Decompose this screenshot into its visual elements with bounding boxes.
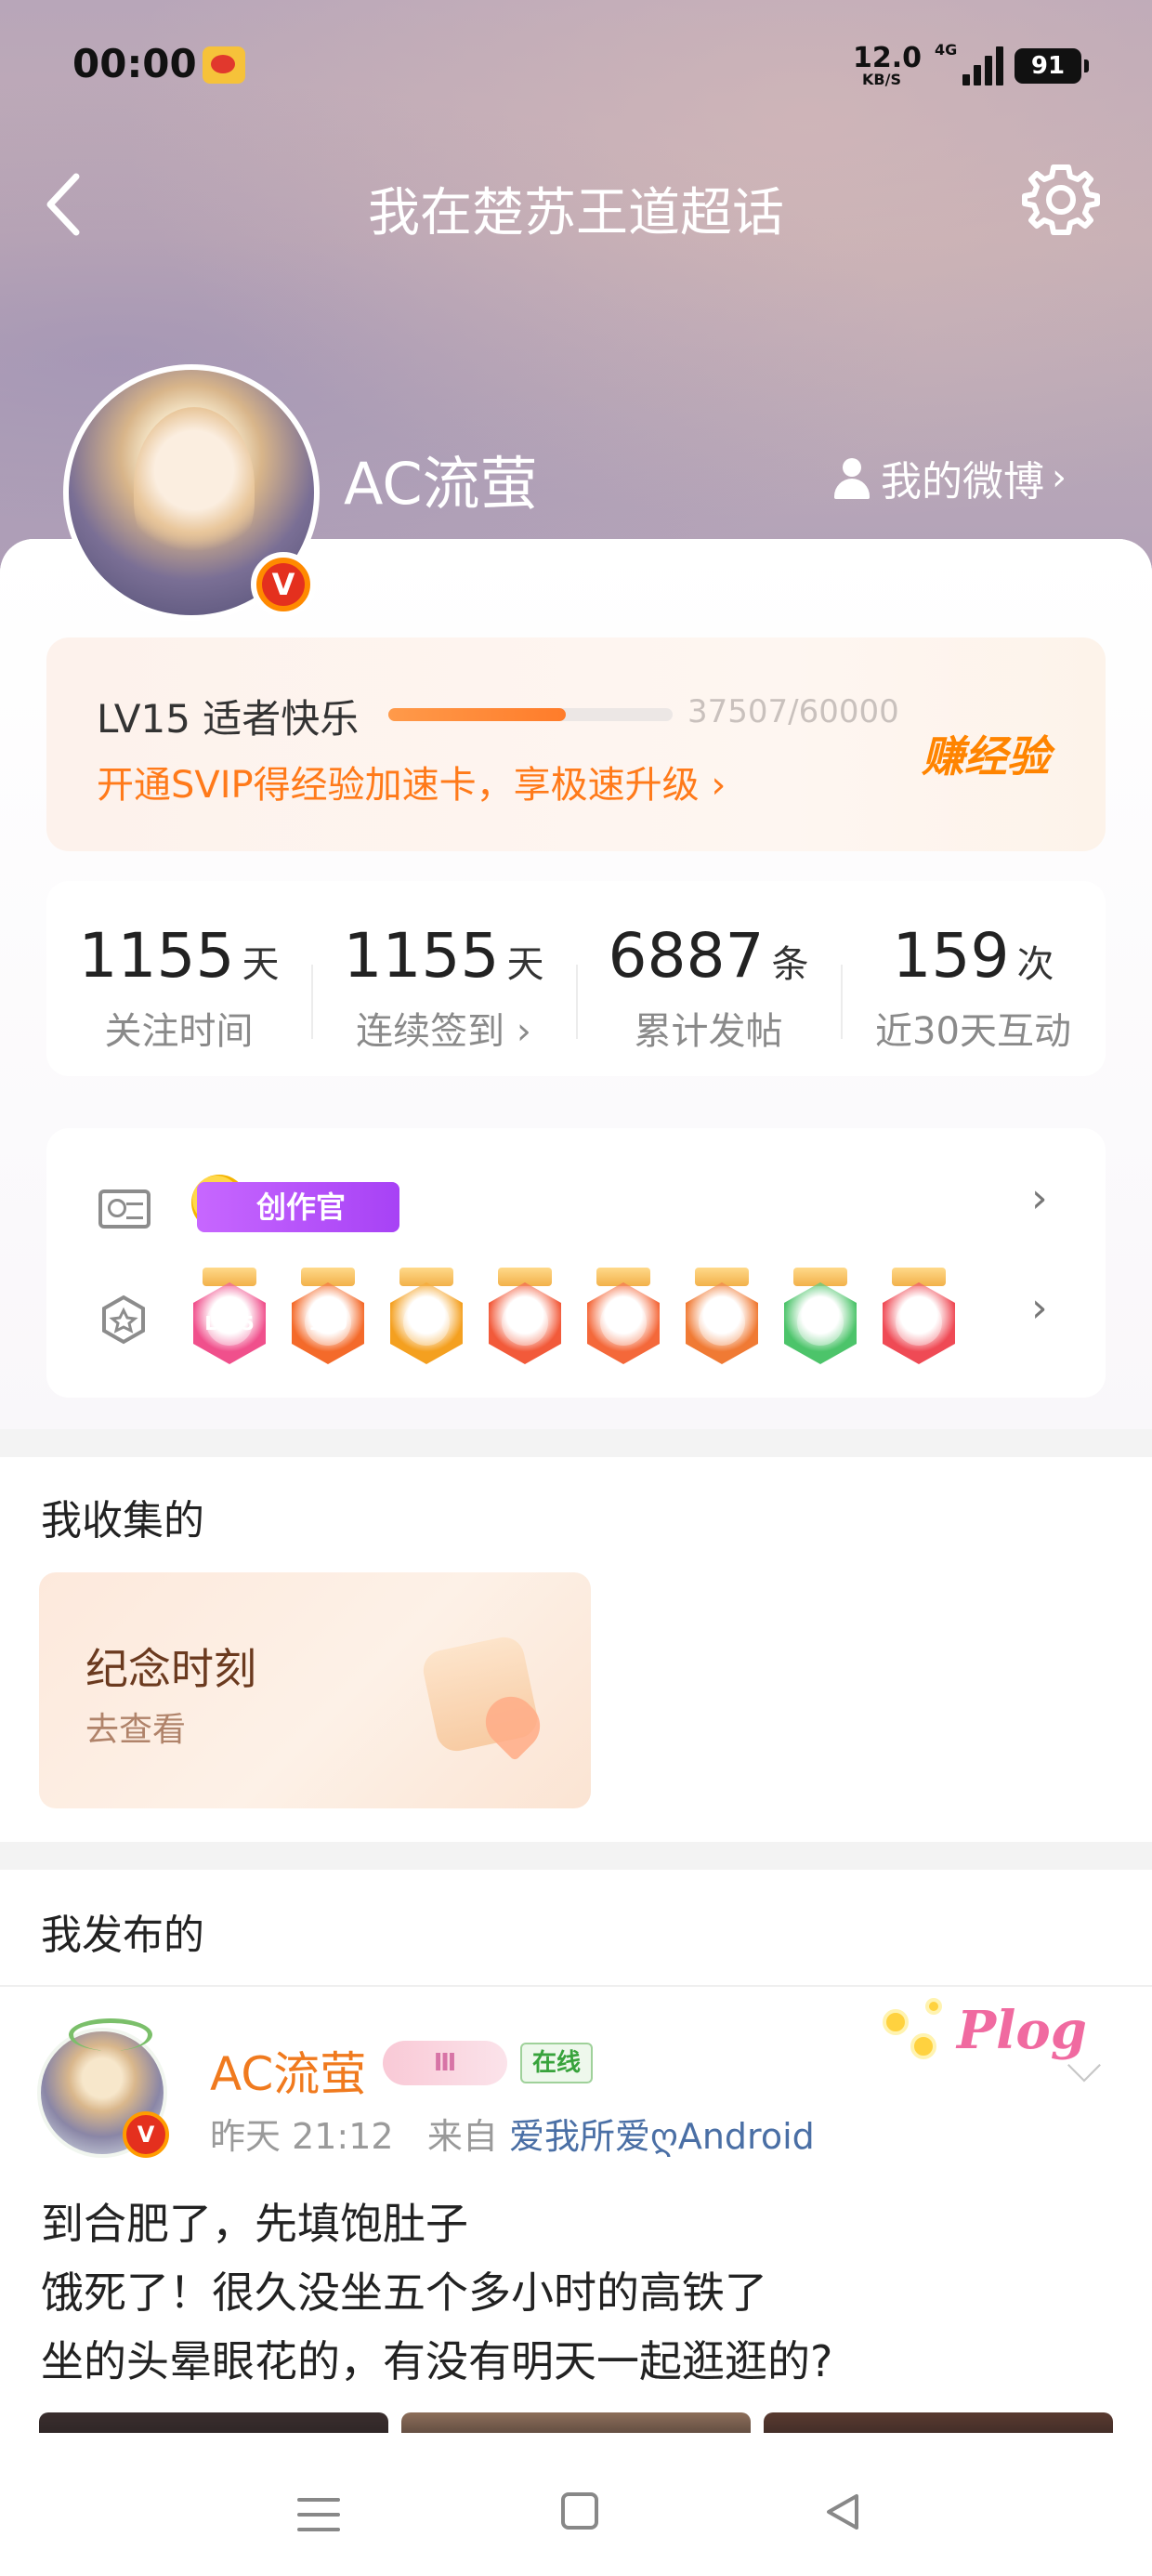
stat-unit: 次 (1016, 943, 1054, 986)
level-progress-fill (388, 708, 567, 721)
post-source-prefix: 来自 (426, 2116, 498, 2157)
svip-promo-text: 开通SVIP得经验加速卡，享极速升级 (97, 764, 700, 807)
verified-badge-icon: V (123, 2111, 169, 2158)
level-card[interactable]: LV15 适者快乐 37507/60000 开通SVIP得经验加速卡，享极速升级… (46, 637, 1106, 851)
stat-follow-time: 1155 天 关注时间 (46, 881, 311, 1076)
network-type: 4G (935, 41, 958, 59)
network-speed-value: 12.0 (853, 42, 923, 74)
hand-medal[interactable] (784, 1268, 857, 1366)
home-square-icon[interactable] (561, 2492, 598, 2530)
memorial-view-link: 去查看 (85, 1711, 187, 1749)
chevron-right-icon: › (1052, 456, 1067, 499)
stat-label: 关注时间 (104, 1010, 254, 1053)
post-text[interactable]: 到合肥了，先填饱肚子 饿死了！很久没坐五个多小时的高铁了 坐的头晕眼花的，有没有… (41, 2189, 1109, 2396)
post-author-name[interactable]: AC流萤 (210, 2037, 366, 2104)
page-title: 我在楚苏王道超话 (368, 183, 784, 242)
stat-value: 1155 (343, 920, 500, 992)
stat-checkin[interactable]: 1155 天 连续签到 › (311, 881, 576, 1076)
signal-icon: 4G (935, 41, 1003, 85)
gear-icon[interactable] (1018, 160, 1104, 245)
level-title: LV15 适者快乐 (97, 696, 360, 742)
collection-section-title: 我收集的 (41, 1497, 204, 1544)
creator-tag[interactable]: 创作官 (197, 1182, 399, 1232)
calendar-heart-icon (411, 1624, 559, 1764)
status-time: 00:00 (72, 41, 197, 86)
level-progress-text: 37507/60000 (687, 693, 899, 730)
stat-value: 159 (892, 920, 1010, 992)
chevron-right-icon[interactable]: › (1031, 1175, 1048, 1222)
section-divider (0, 1842, 1152, 1870)
menu-icon[interactable] (297, 2498, 340, 2531)
system-nav-bar (0, 2433, 1152, 2576)
stat-label: 连续签到 (356, 1010, 505, 1053)
medal-list[interactable]: LV15 100 (193, 1268, 955, 1366)
trophy-medal[interactable] (883, 1268, 955, 1366)
network-speed: 12.0 KB/S (853, 42, 923, 88)
chevron-left-icon[interactable] (39, 169, 95, 240)
level-progress-bar (388, 708, 673, 721)
post-source[interactable]: 爱我所爱ღAndroid (509, 2116, 815, 2157)
chevron-right-icon[interactable]: › (1031, 1284, 1048, 1332)
my-weibo-link[interactable]: 我的微博 › (831, 448, 1067, 507)
stat-value: 1155 (78, 920, 235, 992)
stat-unit: 天 (242, 943, 280, 986)
stat-label: 累计发帖 (634, 1010, 783, 1053)
post-text-line: 饿死了！很久没坐五个多小时的高铁了 (41, 2267, 767, 2318)
plog-sticker: Plog (877, 1987, 1087, 2083)
post-time: 昨天 21:12 (210, 2116, 394, 2157)
svip-promo-link[interactable]: 开通SVIP得经验加速卡，享极速升级 › (97, 755, 726, 808)
memorial-moments-card[interactable]: 纪念时刻 去查看 (39, 1572, 591, 1808)
post-text-line: 到合肥了，先填饱肚子 (41, 2199, 468, 2249)
lv15-medal[interactable]: LV15 (193, 1268, 266, 1366)
network-speed-unit: KB/S (862, 71, 901, 88)
username: AC流萤 (344, 450, 538, 518)
person-icon (831, 456, 873, 499)
chevron-right-icon: › (504, 1010, 531, 1053)
cat-medal-3[interactable] (686, 1268, 758, 1366)
chevron-right-icon: › (711, 764, 727, 807)
battery-icon: 91 (1015, 48, 1089, 84)
verified-badge-icon (251, 552, 316, 617)
memorial-title: 纪念时刻 (85, 1644, 256, 1694)
earn-exp-button[interactable]: 赚经验 (922, 723, 1050, 784)
my-weibo-label: 我的微博 (881, 458, 1044, 506)
stat-posts: 6887 条 累计发帖 (576, 881, 841, 1076)
stat-unit: 条 (771, 943, 809, 986)
badge-card: 创作官 › LV15 100 › (46, 1128, 1106, 1398)
back-triangle-icon[interactable] (821, 2491, 864, 2533)
post-meta: 昨天 21:12 来自 爱我所爱ღAndroid (210, 2108, 815, 2159)
cat-medal-1[interactable] (489, 1268, 561, 1366)
online-status-tag: 在线 (520, 2043, 593, 2083)
posts-section-title: 我发布的 (41, 1912, 204, 1959)
section-divider (0, 1429, 1152, 1457)
stats-row: 1155 天 关注时间 1155 天 连续签到 › 6887 条 累计发帖 159 次 … (46, 881, 1106, 1076)
stat-unit: 天 (506, 943, 544, 986)
id-card-icon (98, 1189, 151, 1229)
stat-value: 6887 (608, 920, 765, 992)
crown-medal[interactable] (390, 1268, 463, 1366)
stat-label: 近30天互动 (875, 1010, 1071, 1053)
weibo-icon (203, 46, 245, 84)
100-days-medal[interactable]: 100 (292, 1268, 364, 1366)
post-text-line: 坐的头晕眼花的，有没有明天一起逛逛的? (41, 2336, 833, 2386)
chevron-down-icon[interactable]: ⌵ (1067, 2039, 1102, 2094)
stat-interactions: 159 次 近30天互动 (841, 881, 1106, 1076)
medal-icon (100, 1294, 147, 1346)
status-bar: 00:00 12.0 KB/S 4G 91 (0, 0, 1152, 130)
cat-medal-2[interactable] (587, 1268, 660, 1366)
vip-level-badge: Ⅲ (383, 2041, 507, 2085)
